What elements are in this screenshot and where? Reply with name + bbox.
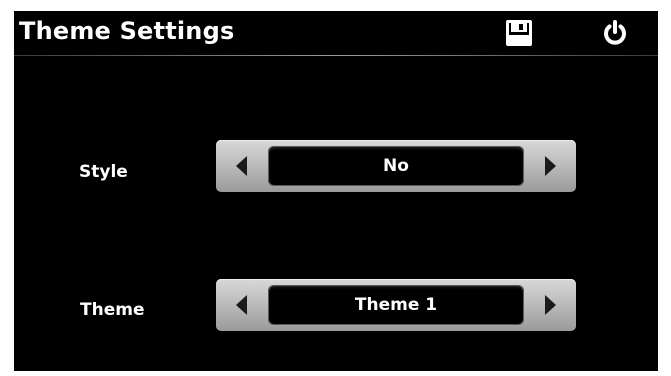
theme-prev-button[interactable] [216, 279, 268, 331]
style-label: Style [79, 162, 128, 182]
left-arrow-icon [236, 295, 247, 315]
theme-selector: Theme 1 [216, 279, 576, 331]
right-arrow-icon [545, 156, 556, 176]
theme-next-button[interactable] [524, 279, 576, 331]
power-button[interactable] [598, 16, 632, 50]
header-bar: Theme Settings [14, 11, 658, 55]
left-arrow-icon [236, 156, 247, 176]
style-selector: No [216, 140, 576, 192]
style-prev-button[interactable] [216, 140, 268, 192]
theme-settings-screen: Theme Settings Style No Theme Theme 1 [14, 11, 658, 371]
style-value: No [268, 146, 524, 186]
power-icon [604, 20, 626, 45]
style-next-button[interactable] [524, 140, 576, 192]
header-divider [14, 55, 658, 56]
save-icon [506, 20, 532, 46]
theme-value: Theme 1 [268, 285, 524, 325]
theme-label: Theme [80, 300, 145, 320]
right-arrow-icon [545, 295, 556, 315]
page-title: Theme Settings [19, 17, 235, 45]
save-button[interactable] [502, 16, 536, 50]
